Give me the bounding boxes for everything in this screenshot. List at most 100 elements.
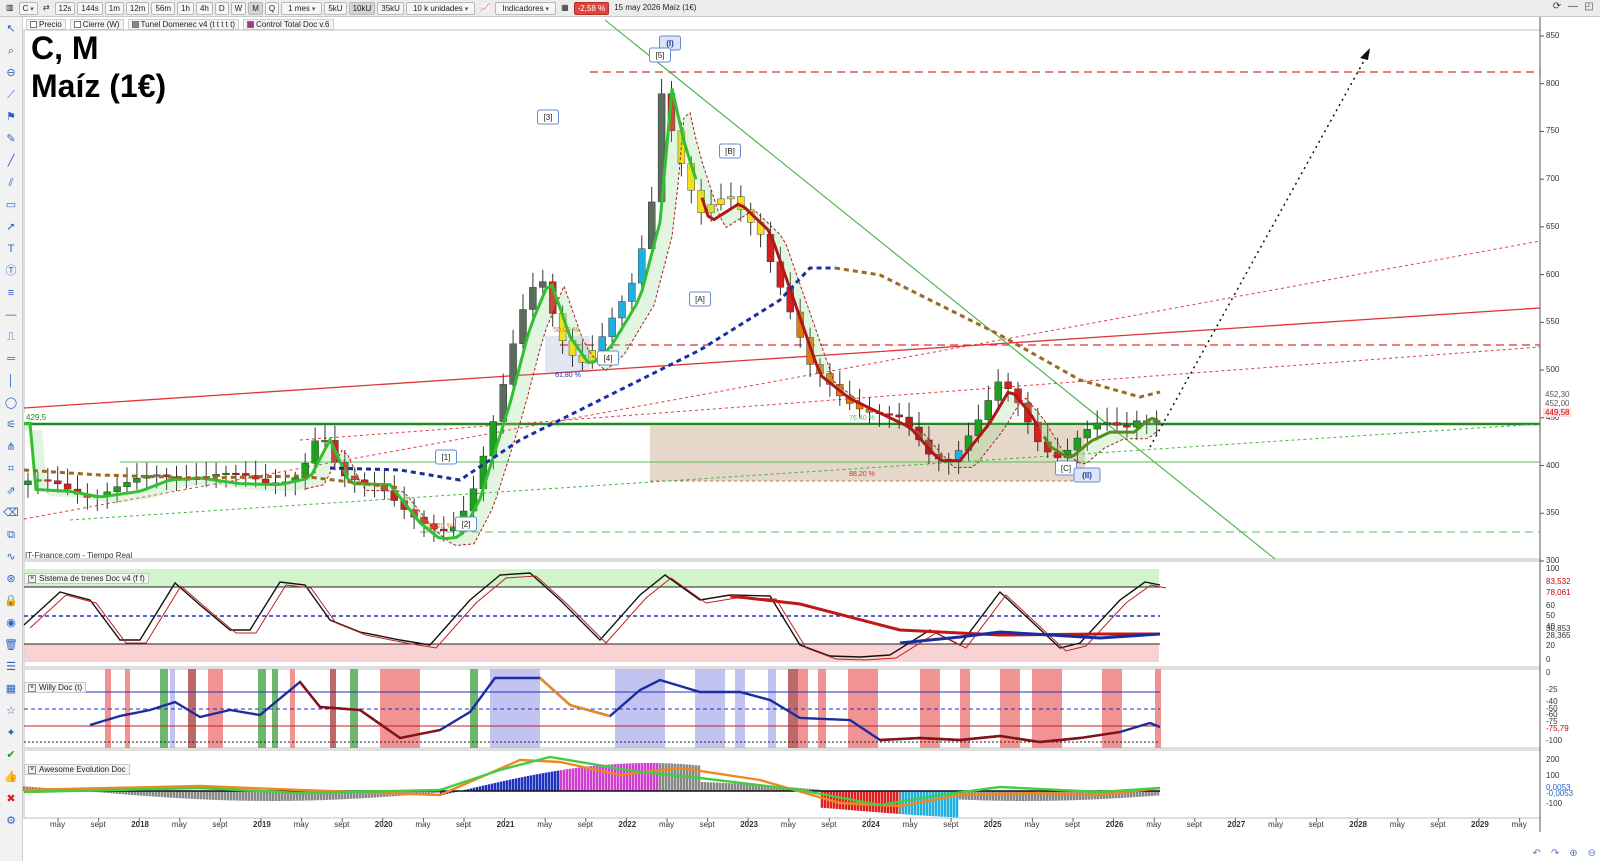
fib-label: 76,40 %	[849, 415, 875, 422]
charting-app: ▥ C ⇄ 12s 144s 1m 12m 56m 1h 4h D W M Q …	[0, 0, 1600, 861]
fib-label: 50,00 %	[553, 327, 579, 334]
undo-icon[interactable]: ↶	[1532, 848, 1540, 859]
time-axis-label: may	[171, 820, 187, 829]
candle	[54, 480, 62, 485]
awesome-tick-label: -100	[1546, 799, 1563, 808]
close-icon[interactable]: ×	[28, 683, 36, 692]
awesome-panel	[23, 749, 1541, 819]
awesome-tick-label: 100	[1546, 771, 1560, 780]
wave-label: (II)	[1082, 471, 1092, 480]
wave-label: [3]	[544, 113, 553, 122]
price-tick-label: 400	[1546, 460, 1560, 470]
time-axis-label: may	[902, 820, 918, 829]
candle	[539, 281, 547, 288]
candle	[727, 196, 735, 200]
willy-tick-label: -75,79	[1546, 724, 1569, 733]
willy-tick-label: -25	[1546, 685, 1558, 694]
candle	[628, 282, 636, 302]
close-icon[interactable]: ×	[28, 574, 36, 583]
time-axis-label: 2018	[131, 820, 149, 829]
candle	[222, 472, 230, 475]
time-axis-label: may	[1024, 820, 1040, 829]
price-value-box: 452,00	[1543, 399, 1572, 408]
candle	[1103, 422, 1111, 425]
time-axis-label: may	[780, 820, 796, 829]
time-axis-label: may	[537, 820, 553, 829]
fib-label: 61,80 %	[555, 372, 581, 379]
time-axis-label: 2028	[1349, 820, 1367, 829]
awesome-tick-label: 200	[1546, 755, 1560, 764]
candle	[242, 473, 250, 476]
candle	[133, 477, 141, 483]
price-tick-label: 600	[1546, 269, 1560, 279]
time-axis-label: may	[1146, 820, 1162, 829]
candle	[1123, 425, 1131, 428]
zoom-in-icon[interactable]: ⊕	[1569, 848, 1577, 859]
candle	[232, 472, 240, 475]
price-tick-label: 500	[1546, 365, 1560, 375]
candle	[598, 336, 606, 351]
panel-title-willy[interactable]: × Willy Doc (t)	[24, 682, 87, 693]
trenes-tick-label: 78,061	[1546, 588, 1571, 597]
wave-label: [1]	[442, 453, 451, 462]
candle	[1004, 381, 1012, 389]
time-axis-label: may	[415, 820, 431, 829]
fib-label: 38,20 %	[427, 523, 453, 530]
wave-label: [2]	[462, 520, 471, 529]
panel-label: Sistema de trenes Doc v4 (f f)	[39, 574, 145, 583]
time-axis-label: 2025	[983, 820, 1002, 829]
time-axis-label: 2024	[862, 820, 880, 829]
timeline-controls: ↶ ↷ ⊕ ⊖	[1532, 848, 1596, 859]
trenes-tick-label: 28,365	[1546, 631, 1571, 640]
wave-label: [A]	[695, 295, 705, 304]
panel-label: Awesome Evolution Doc	[39, 765, 126, 774]
time-axis-label: sept	[212, 820, 228, 829]
candle	[261, 478, 270, 484]
time-axis-label: 2027	[1227, 820, 1246, 829]
zoom-out-icon[interactable]: ⊖	[1588, 848, 1596, 859]
candle	[311, 440, 319, 464]
symbol-name: Maíz (1€)	[31, 68, 167, 104]
time-axis-label: 2029	[1471, 820, 1489, 829]
panel-label: Willy Doc (t)	[39, 683, 83, 692]
candle	[1113, 422, 1121, 426]
time-axis-label: sept	[1186, 820, 1202, 829]
willy-tick-label: 0	[1546, 668, 1551, 677]
time-axis-label: 2026	[1105, 820, 1124, 829]
wave-label: [5]	[656, 51, 665, 60]
time-axis-label: sept	[90, 820, 106, 829]
price-tick-label: 850	[1546, 31, 1560, 40]
time-axis-label: may	[1268, 820, 1284, 829]
time-axis-label: sept	[1430, 820, 1446, 829]
candle	[63, 483, 72, 490]
price-tick-label: 800	[1546, 78, 1560, 88]
candle	[212, 474, 220, 477]
time-axis-label: 2022	[618, 820, 637, 829]
candle	[1083, 428, 1092, 439]
trenes-tick-label: 20	[1546, 641, 1555, 650]
time-axis-label: sept	[456, 820, 472, 829]
panel-title-trenes[interactable]: × Sistema de trenes Doc v4 (f f)	[24, 573, 149, 584]
wave-label: [B]	[725, 147, 735, 156]
time-axis-label: may	[659, 820, 675, 829]
price-value-box: 449,58	[1543, 408, 1572, 417]
time-axis-label: may	[50, 820, 66, 829]
candle	[994, 381, 1002, 401]
redo-icon[interactable]: ↷	[1551, 848, 1559, 859]
candle	[618, 301, 626, 319]
candle	[123, 482, 131, 487]
panel-title-awesome[interactable]: × Awesome Evolution Doc	[24, 764, 130, 775]
candle	[984, 400, 992, 420]
time-axis-label: sept	[699, 820, 715, 829]
time-axis-label: sept	[1065, 820, 1081, 829]
time-axis-label: 2019	[253, 820, 271, 829]
candle	[895, 414, 903, 418]
candle	[1093, 422, 1101, 430]
chart-canvas[interactable]: (I)[5] [3] [B] [A] [4] [1] [2] [C] (II) 61,80 % 76…	[0, 0, 1600, 861]
close-icon[interactable]: ×	[28, 765, 36, 774]
candle	[1073, 437, 1082, 451]
trenes-tick-label: 100	[1546, 564, 1560, 573]
overbought-zone	[24, 569, 1159, 587]
price-tick-label: 550	[1546, 317, 1560, 327]
fib-label: 88,20 %	[849, 471, 875, 478]
